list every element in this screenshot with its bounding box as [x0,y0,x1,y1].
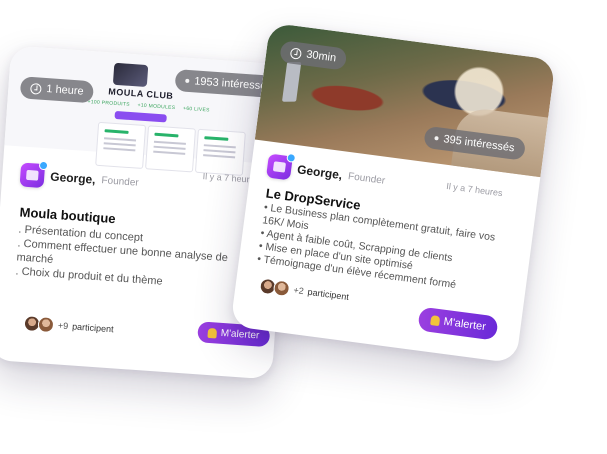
participant-avatar [272,279,291,298]
clock-icon [30,82,42,95]
duration-badge: 1 heure [19,76,95,104]
organizer-avatar [19,162,46,189]
alert-button-label: M'alerter [442,315,487,334]
participant-avatar [37,316,55,334]
cover-tag: +100 PRODUITS [87,98,131,108]
event-card-dropservice[interactable]: 30min 395 intéressés George, Founder Il … [230,22,556,364]
author-name: George, [296,162,344,183]
moula-club-logo [112,62,149,88]
bell-icon [430,315,441,327]
clock-icon [289,46,303,60]
alert-button[interactable]: M'alerter [417,306,500,341]
participants-count: +9 [57,320,69,332]
trustpilot-review-graphic [145,125,196,173]
duration-text: 30min [305,48,337,65]
alert-button-label: M'alerter [220,327,260,342]
cover-tag: +10 MODULES [137,102,176,112]
laptop-illustration [281,61,302,102]
author-role: Founder [101,174,140,189]
event-description: . Présentation du concept . Comment effe… [15,222,258,295]
participants: +9 participent [23,315,114,337]
event-cover-image: 30min 395 intéressés [254,22,556,178]
participants-label: participent [306,286,350,303]
interest-dot-icon [185,78,190,84]
cover-cta-graphic [114,110,167,123]
cover-tag: +60 LIVES [182,105,210,114]
duration-text: 1 heure [45,83,85,98]
bell-icon [207,327,218,339]
time-ago: Il y a 7 heures [445,180,504,199]
author-role: Founder [347,170,386,187]
interest-dot-icon [434,135,439,141]
cover-logo-text: MOULA CLUB [108,86,174,101]
trustpilot-review-graphic [194,128,246,176]
organizer-avatar [265,153,293,181]
participants: +2 participent [258,277,350,305]
interested-text: 395 intéressés [442,133,516,155]
participants-count: +2 [292,284,305,297]
event-cover-image: MOULA CLUB +100 PRODUITS +10 MODULES +60… [4,45,294,176]
participants-label: participent [71,321,114,335]
author-name: George, [49,169,97,187]
cover-tags: +100 PRODUITS +10 MODULES +60 LIVES [87,99,216,114]
trustpilot-review-graphic [95,121,147,170]
